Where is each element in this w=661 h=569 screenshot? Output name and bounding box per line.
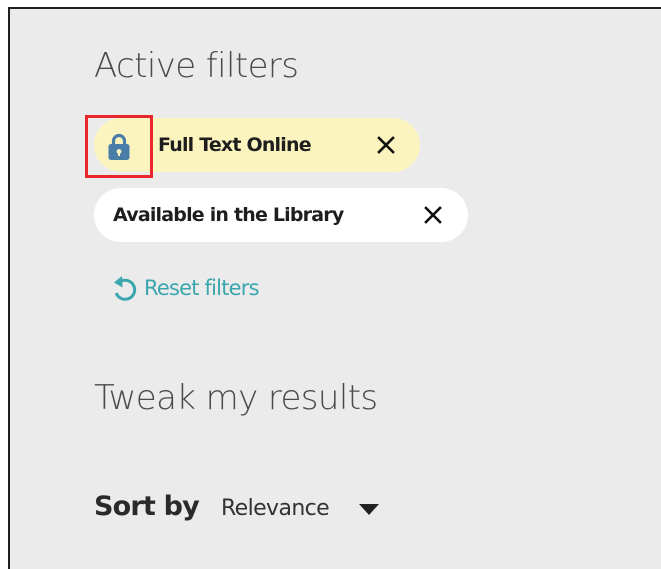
reset-filters-button[interactable]: Reset filters [110,273,260,303]
full-text-online-lock-highlight [85,115,153,178]
caret-down-icon [359,503,380,515]
filter-chip-label: Available in the Library [113,204,344,226]
filter-chip-available-in-library: Available in the Library [94,188,468,242]
reset-filters-label: Reset filters [144,276,260,300]
sort-by-value: Relevance [220,496,330,521]
sort-by-row: Sort by Relevance [94,491,380,522]
close-icon [377,136,395,154]
sort-by-label: Sort by [94,491,200,522]
lock-icon [108,133,130,160]
undo-arrow-icon [114,276,137,301]
filter-chip-label: Full Text Online [158,134,312,156]
filter-panel: Active filters Full Text Online Availabl… [8,7,661,569]
active-filters-title: Active filters [94,46,299,86]
sort-by-dropdown[interactable]: Relevance [220,492,380,521]
remove-filter-available-in-library-button[interactable] [420,202,446,228]
remove-filter-full-text-online-button[interactable] [373,132,399,158]
close-icon [424,206,442,224]
tweak-results-title: Tweak my results [94,378,378,418]
